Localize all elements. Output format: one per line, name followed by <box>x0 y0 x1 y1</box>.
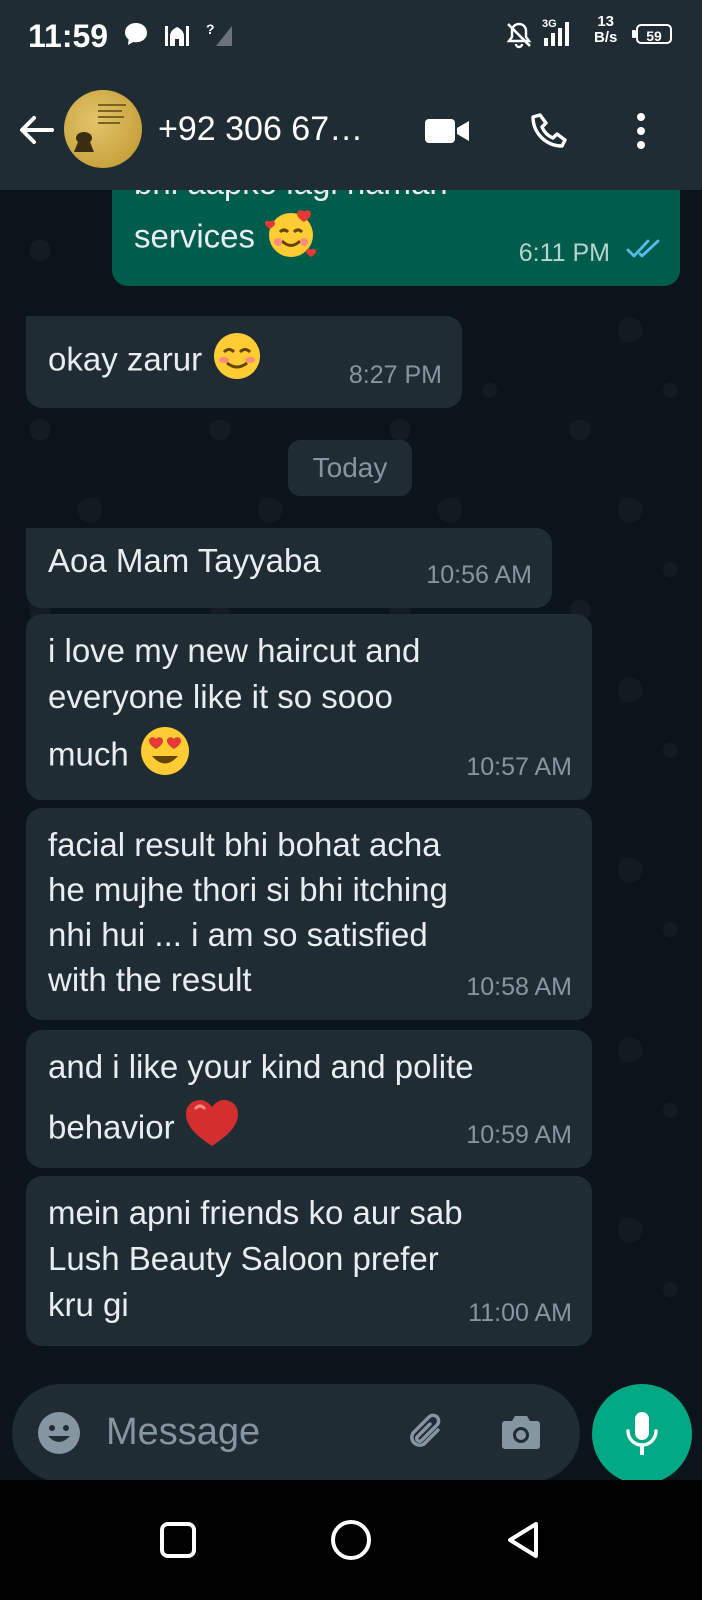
recents-icon <box>160 1522 196 1558</box>
mute-icon <box>504 20 534 55</box>
mosque-icon <box>162 20 192 53</box>
recents-button[interactable] <box>154 1516 202 1564</box>
date-separator: Today <box>288 440 412 496</box>
more-options-button[interactable] <box>618 108 664 154</box>
video-call-button[interactable] <box>424 108 470 154</box>
message-text: everyone like it so sooo <box>48 678 393 715</box>
message-bubble-incoming[interactable]: facial result bhi bohat acha he mujhe th… <box>26 808 592 1020</box>
back-button[interactable] <box>14 108 58 152</box>
attach-icon[interactable] <box>404 1410 450 1461</box>
message-bubble-incoming[interactable]: and i like your kind and polite behavior… <box>26 1030 592 1168</box>
battery-level: 59 <box>646 28 662 44</box>
message-text: i love my new haircut and <box>48 632 421 669</box>
chat-area[interactable]: bhi aapko lagi hamari services 6:11 PM o… <box>0 190 702 1480</box>
heart-eyes-icon <box>138 724 192 790</box>
camera-icon[interactable] <box>498 1410 544 1461</box>
message-time: 6:11 PM <box>518 239 610 267</box>
message-time: 8:27 PM <box>348 361 442 389</box>
message-text: okay zarur <box>48 340 203 378</box>
signal-icon: 3G <box>542 16 582 55</box>
phone-call-icon <box>531 113 567 148</box>
message-bubble-outgoing[interactable]: bhi aapko lagi hamari services 6:11 PM <box>112 190 680 286</box>
home-button[interactable] <box>327 1516 375 1564</box>
message-text: nhi hui ... i am so satisfied <box>48 916 428 953</box>
message-time: 10:58 AM <box>466 973 572 1001</box>
chat-bubble-icon <box>122 20 150 53</box>
message-time: 10:57 AM <box>466 753 572 781</box>
read-ticks-icon <box>626 226 662 272</box>
message-text: bhi aapko lagi hamari <box>134 190 658 206</box>
message-input[interactable]: Message <box>106 1411 260 1454</box>
message-bubble-incoming[interactable]: mein apni friends ko aur sab Lush Beauty… <box>26 1176 592 1346</box>
message-text: he mujhe thori si bhi itching <box>48 871 448 908</box>
smiling-face-with-hearts-icon <box>264 206 318 272</box>
nav-back-button[interactable] <box>500 1516 548 1564</box>
message-text: Lush Beauty Saloon prefer <box>48 1240 439 1277</box>
mic-button[interactable] <box>592 1384 692 1484</box>
message-text: behavior <box>48 1108 175 1146</box>
mic-icon <box>626 1412 658 1455</box>
message-bubble-incoming[interactable]: okay zarur 8:27 PM <box>26 316 462 408</box>
back-arrow-icon <box>20 116 54 144</box>
message-text: much <box>48 735 129 773</box>
back-icon <box>508 1522 538 1558</box>
network-speed-unit: B/s <box>594 29 618 46</box>
home-icon <box>331 1520 371 1560</box>
message-time: 10:59 AM <box>466 1121 572 1149</box>
no-signal-icon: ? <box>206 20 236 53</box>
message-time: 10:56 AM <box>426 561 532 589</box>
video-call-icon <box>425 119 469 143</box>
message-input-bar[interactable]: Message <box>12 1384 580 1482</box>
chat-header: +92 306 67… <box>0 74 702 190</box>
network-type: 3G <box>542 18 557 30</box>
message-text: facial result bhi bohat acha <box>48 826 441 863</box>
status-time: 11:59 <box>28 18 109 54</box>
message-text: mein apni friends ko aur sab <box>48 1194 463 1231</box>
avatar[interactable] <box>64 90 142 168</box>
status-bar: 11:59 ? 3G 13 B/s 59 <box>0 0 702 74</box>
battery-icon: 59 <box>632 24 672 44</box>
contact-name[interactable]: +92 306 67… <box>158 110 363 149</box>
network-speed: 13 B/s <box>594 14 617 46</box>
system-nav-bar <box>0 1480 702 1600</box>
svg-text:?: ? <box>206 21 215 37</box>
emoji-icon[interactable] <box>36 1410 82 1461</box>
message-text: and i like your kind and polite <box>48 1048 474 1085</box>
message-bubble-incoming[interactable]: Aoa Mam Tayyaba 10:56 AM <box>26 528 552 608</box>
message-bubble-incoming[interactable]: i love my new haircut and everyone like … <box>26 614 592 800</box>
message-time: 11:00 AM <box>468 1299 572 1327</box>
network-speed-value: 13 <box>597 13 615 30</box>
voice-call-button[interactable] <box>526 108 572 154</box>
more-options-icon <box>637 113 645 149</box>
message-text: services <box>134 217 256 255</box>
smiling-face-blushing-icon <box>211 330 263 394</box>
red-heart-icon <box>184 1098 240 1162</box>
